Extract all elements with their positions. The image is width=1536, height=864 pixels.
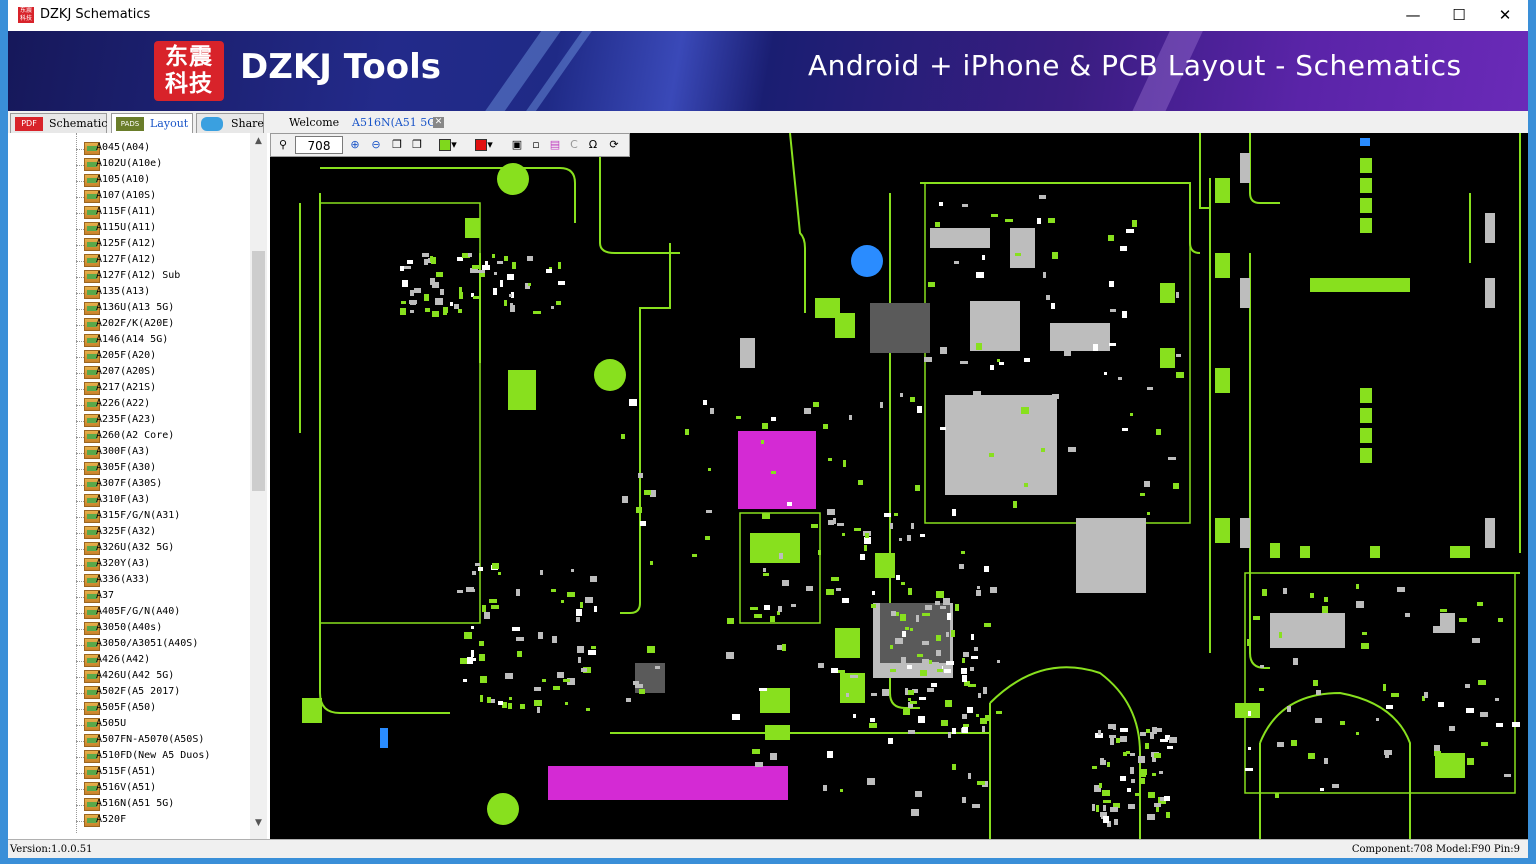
tree-item-label: A205F(A20) [96, 350, 157, 361]
tree-item-label: A235F(A23) [96, 414, 157, 425]
tree-item-label: A107(A10S) [96, 190, 157, 201]
tree-item-label: A217(A21S) [96, 382, 157, 393]
header-banner: 东震 科技 DZKJ Tools Android + iPhone & PCB L… [8, 31, 1528, 111]
tree-item-label: A115F(A11) [96, 206, 157, 217]
tree-item-label: A045(A04) [96, 142, 151, 153]
tab-layout[interactable]: PADS Layout [111, 113, 193, 133]
label-icon[interactable]: ▫ [528, 137, 544, 153]
pcb-board[interactable] [270, 133, 1528, 839]
highlight-icon[interactable]: ▤ [547, 137, 563, 153]
brand-name: DZKJ Tools [240, 47, 441, 87]
viewer-toolbar: ⚲ 708 ⊕ ⊖ ❐ ❐ ▾ ▾ ▣ ▫ ▤ C Ω ⟳ [270, 133, 630, 157]
layers-icon[interactable]: ▣ [509, 137, 525, 153]
share-icon [201, 117, 223, 131]
banner-tagline: Android + iPhone & PCB Layout - Schemati… [808, 49, 1462, 82]
scroll-up-icon[interactable]: ▲ [250, 133, 267, 150]
tree-item-label: A426(A42) [96, 654, 151, 665]
tree-item-label: A326U(A32 5G) [96, 542, 175, 553]
tree-item-label: A502F(A5 2017) [96, 686, 181, 697]
window-title: DZKJ Schematics [40, 7, 151, 22]
brand-logo: 东震 科技 [154, 41, 224, 101]
tree-item-label: A115U(A11) [96, 222, 157, 233]
tree-item-label: A136U(A13 5G) [96, 302, 175, 313]
close-tab-icon[interactable]: ✕ [433, 117, 444, 128]
tree-item-label: A105(A10) [96, 174, 151, 185]
tree-item-label: A510FD(New A5 Duos) [96, 750, 211, 761]
tree-item-label: A305F(A30) [96, 462, 157, 473]
tree-item-label: A516V(A51) [96, 782, 157, 793]
ohm-icon[interactable]: Ω [585, 137, 601, 153]
maximize-button[interactable]: ☐ [1436, 0, 1482, 31]
tree-item-label: A260(A2 Core) [96, 430, 175, 441]
zoom-input[interactable]: 708 [295, 136, 343, 154]
tree-scrollbar[interactable]: ▲ ▼ [250, 133, 267, 839]
minimize-button[interactable]: — [1390, 0, 1436, 31]
color-green-select[interactable]: ▾ [435, 137, 461, 153]
tree-item-label: A125F(A12) [96, 238, 157, 249]
fit-window-icon[interactable]: ❐ [389, 137, 405, 153]
tree-item-label: A300F(A3) [96, 446, 151, 457]
tree-item-label: A336(A33) [96, 574, 151, 585]
app-window: 东震 科技 DZKJ Schematics — ☐ ✕ 东震 科技 DZKJ Too… [8, 0, 1528, 858]
tree-item-label: A516N(A51 5G) [96, 798, 175, 809]
status-bar: Version:1.0.0.51 Component:708 Model:F90… [8, 839, 1528, 858]
pads-icon: PADS [116, 117, 144, 131]
zoom-out-icon[interactable]: ⊖ [368, 137, 384, 153]
tree-item-label: A507FN-A5070(A50S) [96, 734, 205, 745]
tree-item-label: A520F [96, 814, 127, 825]
tree-item-label: A515F(A51) [96, 766, 157, 777]
tree-item-label: A37 [96, 590, 115, 601]
tree-item-label: A207(A20S) [96, 366, 157, 377]
scroll-down-icon[interactable]: ▼ [250, 815, 267, 832]
model-tree: A045(A04) A102U(A10e) A105(A10) A107(A10S) A… [8, 133, 271, 839]
close-button[interactable]: ✕ [1482, 0, 1528, 31]
doc-tab-current[interactable]: A516N(A51 5G) [352, 113, 440, 133]
component-info: Component:708 Model:F90 Pin:9 [1351, 844, 1520, 855]
version-label: Version:1.0.0.51 [10, 844, 93, 855]
tree-item-label: A307F(A30S) [96, 478, 163, 489]
tree-item-label: A3050(A40s) [96, 622, 163, 633]
tree-item-label: A325F(A32) [96, 526, 157, 537]
tab-strip: PDF Schematic PADS Layout Share Welcome … [8, 111, 1528, 134]
title-bar: 东震 科技 DZKJ Schematics — ☐ ✕ [8, 0, 1528, 31]
tree-item-label: A505U [96, 718, 127, 729]
tree-item-label: A315F/G/N(A31) [96, 510, 181, 521]
tree-item-label: A3050/A3051(A40S) [96, 638, 199, 649]
search-icon[interactable]: ⚲ [275, 137, 291, 153]
tree-item-label: A320Y(A3) [96, 558, 151, 569]
tree-item-label: A146(A14 5G) [96, 334, 169, 345]
rotate-icon[interactable]: ⟳ [606, 137, 622, 153]
pcb-layout-viewer[interactable]: ⚲ 708 ⊕ ⊖ ❐ ❐ ▾ ▾ ▣ ▫ ▤ C Ω ⟳ [270, 133, 1528, 839]
cr-icon[interactable]: C [566, 137, 582, 153]
tab-share[interactable]: Share [196, 113, 264, 133]
app-icon: 东震 科技 [18, 7, 34, 23]
tree-item-label: A135(A13) [96, 286, 151, 297]
tree-item-label: A102U(A10e) [96, 158, 163, 169]
tree-item-label: A127F(A12) Sub [96, 270, 181, 281]
scroll-thumb[interactable] [252, 251, 265, 491]
zoom-in-icon[interactable]: ⊕ [347, 137, 363, 153]
tree-item-label: A226(A22) [96, 398, 151, 409]
color-red-select[interactable]: ▾ [471, 137, 497, 153]
fit-selection-icon[interactable]: ❐ [409, 137, 425, 153]
tree-item-label: A505F(A50) [96, 702, 157, 713]
tree-item-label: A310F(A3) [96, 494, 151, 505]
tree-item-label: A202F/K(A20E) [96, 318, 175, 329]
tree-item-label: A127F(A12) [96, 254, 157, 265]
tab-schematic[interactable]: PDF Schematic [10, 113, 107, 133]
tree-item-label: A426U(A42 5G) [96, 670, 175, 681]
pdf-icon: PDF [15, 117, 43, 131]
tree-item-label: A405F/G/N(A40) [96, 606, 181, 617]
doc-tab-welcome[interactable]: Welcome [289, 113, 339, 133]
